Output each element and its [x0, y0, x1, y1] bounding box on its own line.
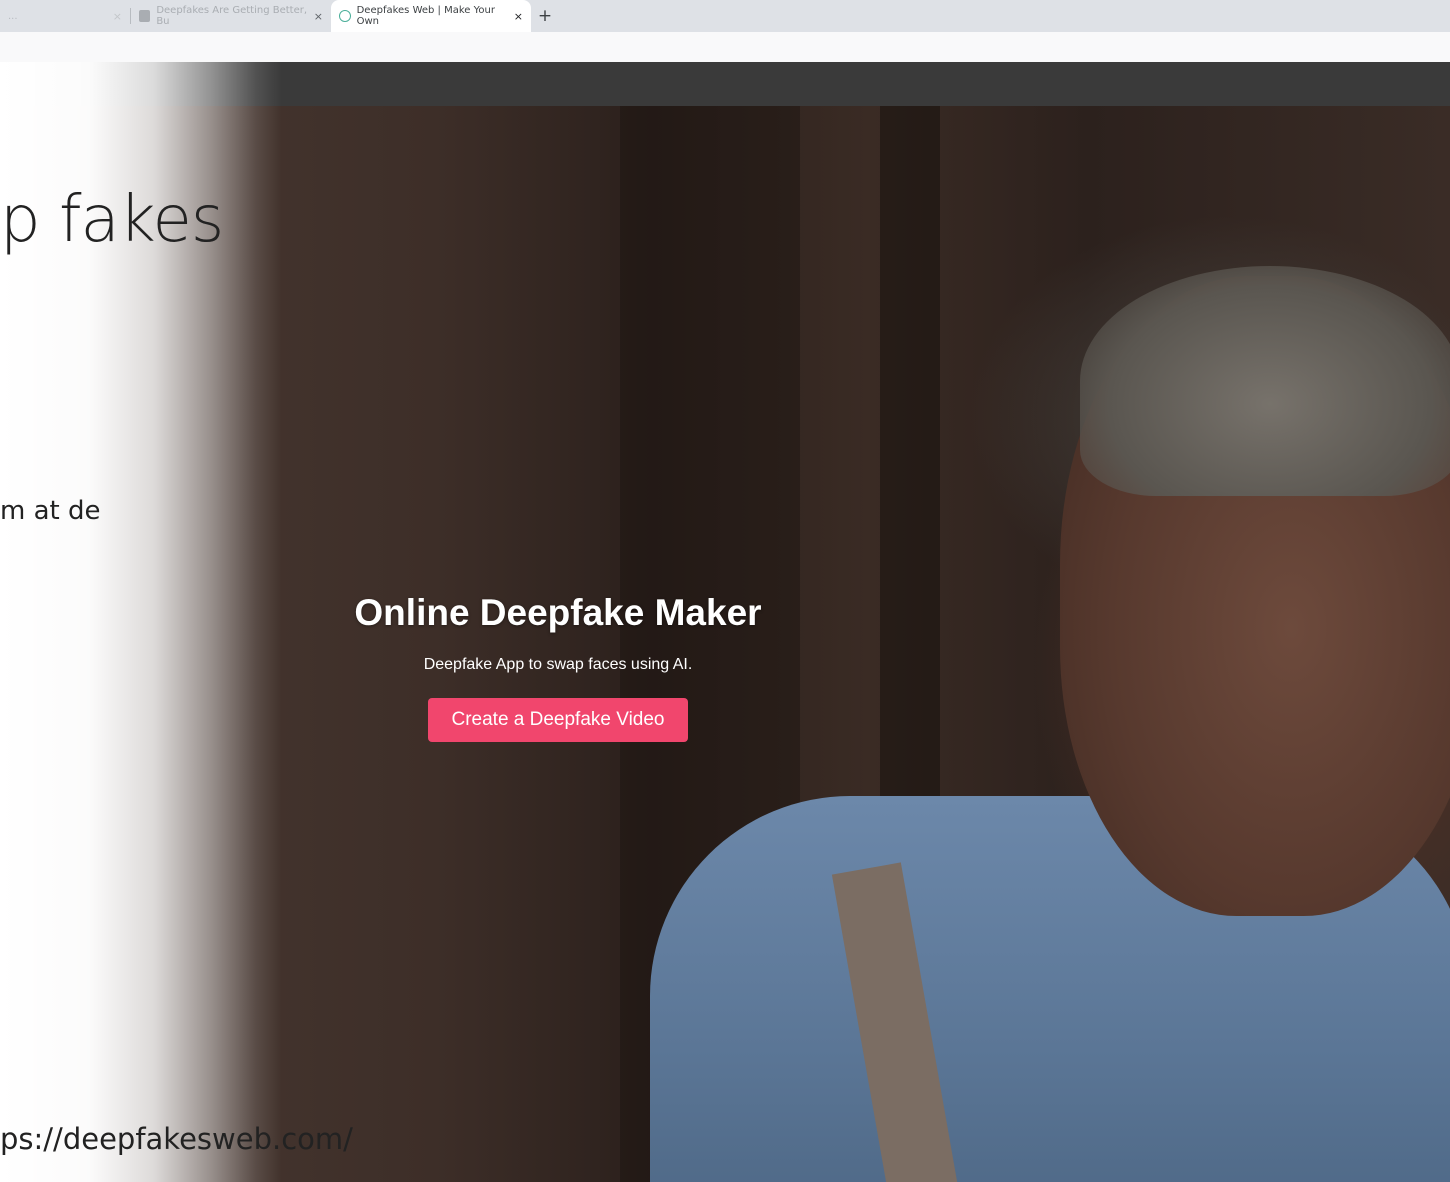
close-icon[interactable]: × — [514, 10, 523, 23]
tab-title: ... — [8, 10, 18, 22]
hero-subtitle: Deepfake App to swap faces using AI. — [423, 656, 693, 673]
close-icon[interactable]: × — [314, 10, 323, 23]
tab-title: Deepfakes Are Getting Better, Bu — [156, 5, 308, 27]
create-deepfake-video-button[interactable]: Create a Deepfake Video — [428, 698, 688, 742]
tab-title: Deepfakes Web | Make Your Own — [356, 5, 495, 27]
slide-title: p fakes — [0, 183, 224, 257]
deepfakesweb-favicon-icon — [339, 10, 351, 22]
slide-body-text: m at de — [0, 496, 101, 526]
person-hair — [1080, 266, 1450, 496]
hero-title: Online Deepfake Maker — [354, 592, 762, 633]
close-icon[interactable]: × — [113, 10, 122, 23]
browser-tab-deepfakesweb[interactable]: Deepfakes Web | Make Your Own × — [331, 0, 531, 32]
browser-tab-article[interactable]: Deepfakes Are Getting Better, Bu × — [131, 0, 331, 32]
browser-tab-faded[interactable]: ... × — [0, 0, 130, 32]
article-favicon-icon — [139, 10, 151, 22]
slide-url-text: ps://deepfakesweb.com/ — [0, 1122, 353, 1156]
browser-tab-strip: ... × Deepfakes Are Getting Better, Bu ×… — [0, 0, 1450, 32]
browser-toolbar — [0, 32, 1450, 62]
new-tab-button[interactable]: + — [531, 2, 559, 30]
